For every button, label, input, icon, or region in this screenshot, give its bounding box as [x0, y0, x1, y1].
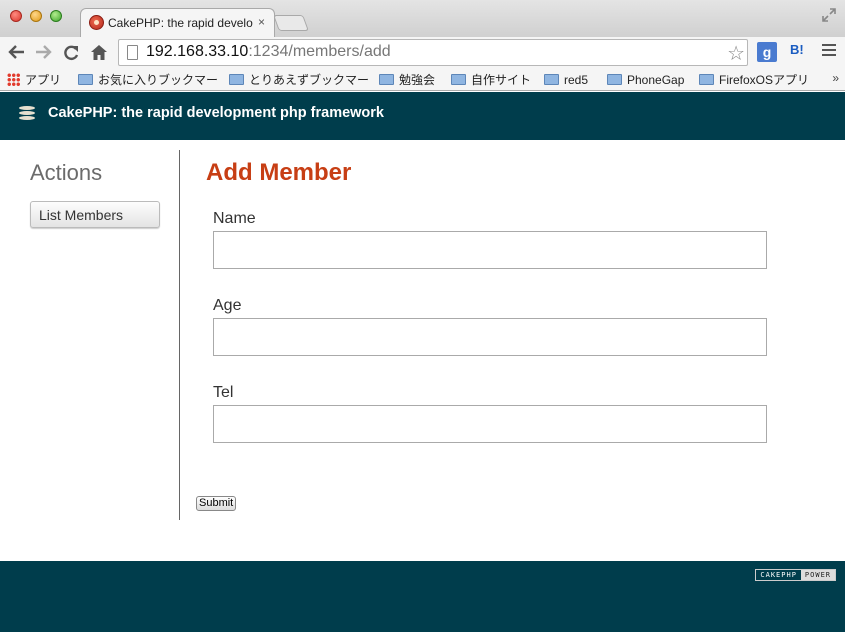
forward-arrow-icon: [36, 45, 52, 59]
url-host: 192.168.33.10: [146, 43, 249, 60]
bookmark-folder[interactable]: お気に入りブックマー: [78, 71, 218, 89]
url-path: :1234/members/add: [248, 43, 391, 60]
hatena-bookmark-icon[interactable]: B!: [790, 42, 804, 57]
submit-button[interactable]: Submit: [196, 496, 237, 511]
site-title-link[interactable]: CakePHP: the rapid development php frame…: [48, 105, 384, 121]
page-icon: [127, 45, 138, 60]
bookmark-label: FirefoxOSアプリ: [719, 73, 810, 87]
folder-icon: [78, 74, 93, 85]
age-label: Age: [213, 297, 242, 314]
cakephp-logo-icon: [19, 106, 35, 123]
folder-icon: [379, 74, 394, 85]
zoom-window-button[interactable]: [50, 10, 62, 22]
badge-power-text: POWER: [800, 570, 835, 580]
site-header: CakePHP: the rapid development php frame…: [0, 92, 845, 140]
folder-icon: [451, 74, 466, 85]
bookmark-label: PhoneGap: [627, 73, 685, 87]
folder-icon: [229, 74, 244, 85]
age-input[interactable]: [213, 318, 767, 356]
bookmark-folder[interactable]: red5: [544, 71, 588, 89]
folder-icon: [607, 74, 622, 85]
list-members-button[interactable]: List Members: [30, 201, 160, 228]
bookmark-folder[interactable]: とりあえずブックマー: [229, 71, 369, 89]
browser-toolbar: 192.168.33.10:1234/members/add ☆: [0, 37, 845, 68]
close-window-button[interactable]: [10, 10, 22, 22]
badge-cakephp-text: CAKEPHP: [756, 570, 801, 580]
reload-icon: [64, 45, 79, 61]
name-label: Name: [213, 210, 256, 227]
url-text[interactable]: 192.168.33.10:1234/members/add: [146, 43, 391, 61]
browser-menu-icon[interactable]: [822, 44, 836, 59]
bookmarks-bar: アプリ お気に入りブックマー とりあえずブックマー 勉強会 自作サイト red5…: [0, 68, 845, 91]
bookmarks-overflow-chevron-icon[interactable]: »: [832, 71, 839, 85]
browser-tab[interactable]: CakePHP: the rapid develop ×: [80, 8, 275, 37]
browser-tab-strip: CakePHP: the rapid develop ×: [0, 0, 845, 37]
add-member-form: Add Member Name Age Tel Submit: [196, 150, 826, 520]
bookmark-folder[interactable]: PhoneGap: [607, 71, 684, 89]
bookmark-folder[interactable]: 自作サイト: [451, 71, 531, 89]
minimize-window-button[interactable]: [30, 10, 42, 22]
actions-heading: Actions: [30, 160, 103, 185]
cakephp-favicon-icon: [89, 15, 104, 30]
actions-sidebar: Actions List Members: [0, 150, 180, 520]
tel-input[interactable]: [213, 405, 767, 443]
bookmark-label: 勉強会: [399, 73, 436, 87]
cakephp-power-badge[interactable]: CAKEPHP POWER: [755, 569, 836, 581]
folder-icon: [699, 74, 714, 85]
forward-button[interactable]: [32, 39, 54, 65]
reload-button[interactable]: [60, 39, 82, 65]
address-bar[interactable]: 192.168.33.10:1234/members/add ☆: [118, 39, 748, 66]
site-footer: CAKEPHP POWER: [0, 561, 845, 632]
back-arrow-icon: [8, 45, 24, 59]
tab-title: CakePHP: the rapid develop: [108, 16, 253, 30]
google-extension-icon[interactable]: g: [757, 42, 777, 62]
bookmark-folder[interactable]: 勉強会: [379, 71, 435, 89]
bookmark-label: お気に入りブックマー: [98, 73, 219, 87]
bookmark-folder[interactable]: FirefoxOSアプリ: [699, 71, 809, 89]
new-tab-button[interactable]: [273, 15, 309, 31]
home-icon: [91, 45, 107, 60]
bookmark-apps[interactable]: アプリ: [7, 71, 61, 89]
bookmark-label: red5: [564, 73, 589, 87]
fullscreen-icon[interactable]: [821, 7, 837, 23]
back-button[interactable]: [6, 39, 28, 65]
page-title: Add Member: [206, 159, 352, 186]
tel-label: Tel: [213, 384, 234, 401]
folder-icon: [544, 74, 559, 85]
tab-close-icon[interactable]: ×: [258, 15, 265, 29]
bookmark-label: 自作サイト: [471, 73, 532, 87]
home-button[interactable]: [88, 39, 110, 65]
bookmark-label: アプリ: [25, 73, 62, 87]
apps-grid-icon: [7, 73, 20, 86]
bookmark-star-icon[interactable]: ☆: [727, 41, 745, 66]
bookmark-label: とりあえずブックマー: [249, 73, 370, 87]
name-input[interactable]: [213, 231, 767, 269]
